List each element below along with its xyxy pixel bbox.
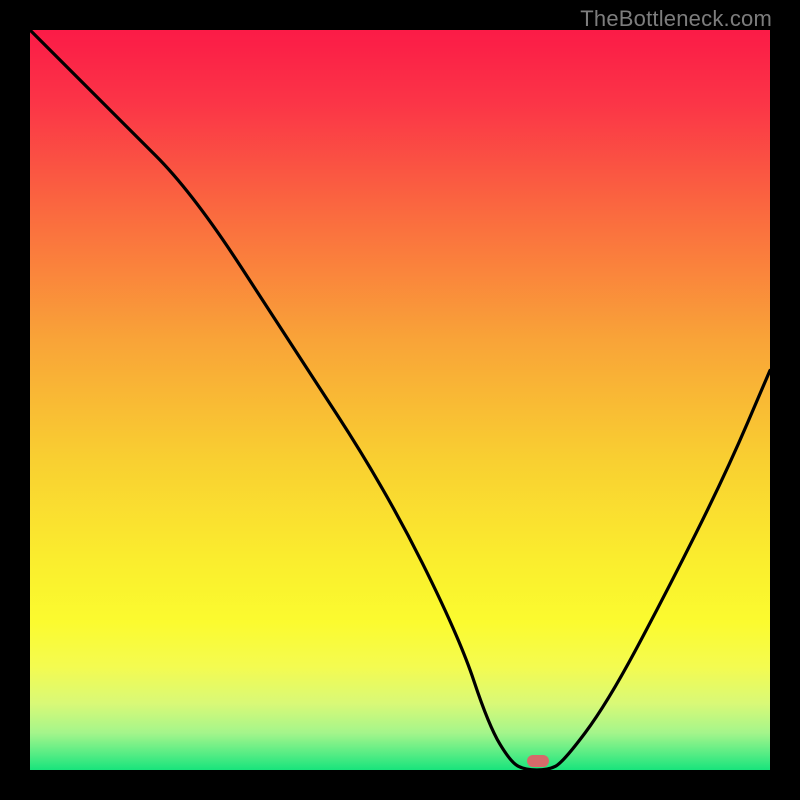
watermark-text: TheBottleneck.com	[580, 6, 772, 32]
bottleneck-curve	[30, 30, 770, 770]
optimum-marker	[527, 755, 549, 767]
chart-stage: TheBottleneck.com	[0, 0, 800, 800]
plot-area	[30, 30, 770, 770]
